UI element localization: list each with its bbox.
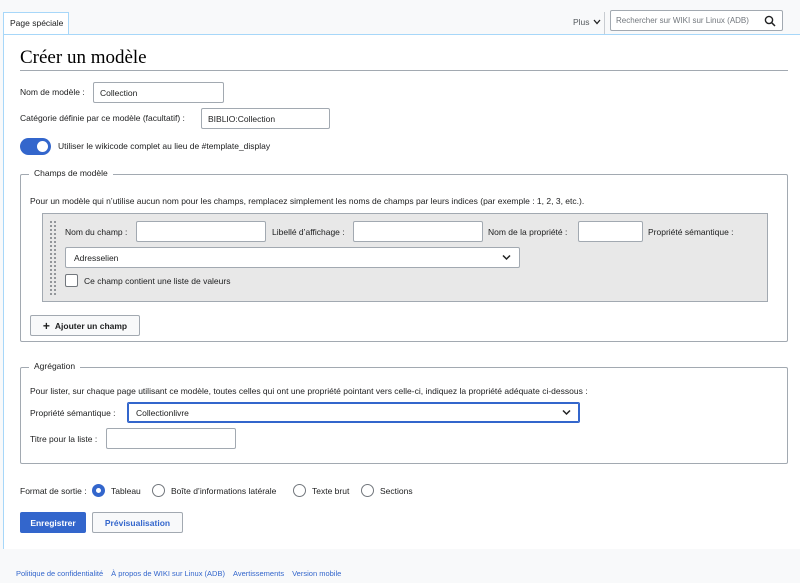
footer-links: Politique de confidentialité À propos de… <box>16 569 341 578</box>
aggregation-property-label: Propriété sémantique : <box>30 408 116 418</box>
search-icon[interactable] <box>764 15 776 27</box>
save-button[interactable]: Enregistrer <box>20 512 86 533</box>
radio-sections[interactable] <box>361 484 374 497</box>
radio-infobox-label[interactable]: Boîte d’informations latérale <box>171 486 276 496</box>
category-label: Catégorie définie par ce modèle (faculta… <box>20 113 185 123</box>
list-title-label: Titre pour la liste : <box>30 434 98 444</box>
page-title: Créer un modèle <box>20 47 147 68</box>
aggregation-property-select[interactable]: Collectionlivre <box>127 402 580 423</box>
fields-legend: Champs de modèle <box>29 168 113 178</box>
footer-link-mobile[interactable]: Version mobile <box>292 569 341 578</box>
save-button-label: Enregistrer <box>30 517 76 528</box>
aggregation-property-selected: Collectionlivre <box>136 408 189 418</box>
display-label-input[interactable] <box>353 221 483 242</box>
full-wikicode-label: Utiliser le wikicode complet au lieu de … <box>58 141 271 151</box>
add-field-button[interactable]: + Ajouter un champ <box>30 315 140 336</box>
chevron-down-icon <box>502 254 511 261</box>
radio-tableau[interactable] <box>92 484 105 497</box>
search-input[interactable] <box>611 11 756 30</box>
template-name-input[interactable] <box>93 82 224 103</box>
semantic-property-selected: Adresselien <box>74 253 119 263</box>
full-wikicode-toggle[interactable] <box>20 138 51 155</box>
plus-icon: + <box>42 318 50 333</box>
tab-special-page[interactable]: Page spéciale <box>3 12 69 34</box>
property-name-input[interactable] <box>578 221 643 242</box>
radio-tableau-label[interactable]: Tableau <box>111 486 141 496</box>
tab-special-page-label: Page spéciale <box>10 18 64 28</box>
topbar-divider <box>604 12 605 34</box>
toggle-knob <box>37 141 48 152</box>
preview-button[interactable]: Prévisualisation <box>92 512 183 533</box>
field-name-input[interactable] <box>136 221 266 242</box>
chevron-down-icon <box>562 409 571 416</box>
category-input[interactable] <box>201 108 330 129</box>
aggregation-description: Pour lister, sur chaque page utilisant c… <box>30 386 588 396</box>
semantic-property-select[interactable]: Adresselien <box>65 247 520 268</box>
aggregation-legend: Agrégation <box>29 361 81 371</box>
property-name-label: Nom de la propriété : <box>488 227 568 237</box>
drag-handle-icon[interactable] <box>49 220 57 296</box>
fields-description: Pour un modèle qui n’utilise aucun nom p… <box>30 196 585 206</box>
semantic-property-label: Propriété sémantique : <box>648 227 734 237</box>
template-name-label: Nom de modèle : <box>20 87 85 97</box>
radio-plain-text-label[interactable]: Texte brut <box>312 486 349 496</box>
output-format-label: Format de sortie : <box>20 486 87 496</box>
footer-link-disclaimers[interactable]: Avertissements <box>233 569 284 578</box>
title-divider <box>20 70 788 71</box>
search-box <box>610 10 783 31</box>
chevron-down-icon <box>593 19 601 25</box>
radio-infobox[interactable] <box>152 484 165 497</box>
more-menu-label: Plus <box>573 17 590 27</box>
footer-link-privacy[interactable]: Politique de confidentialité <box>16 569 103 578</box>
list-values-checkbox[interactable] <box>65 274 78 287</box>
add-field-label: Ajouter un champ <box>54 320 128 331</box>
top-bar: Page spéciale Plus <box>0 0 800 34</box>
display-label-label: Libellé d’affichage : <box>272 227 345 237</box>
radio-plain-text[interactable] <box>293 484 306 497</box>
preview-button-label: Prévisualisation <box>104 517 171 528</box>
field-name-label: Nom du champ : <box>65 227 128 237</box>
list-values-label: Ce champ contient une liste de valeurs <box>84 276 231 286</box>
radio-sections-label[interactable]: Sections <box>380 486 413 496</box>
list-title-input[interactable] <box>106 428 236 449</box>
footer-link-about[interactable]: À propos de WIKI sur Linux (ADB) <box>111 569 225 578</box>
more-menu[interactable]: Plus <box>573 17 601 27</box>
main-content: Créer un modèle Nom de modèle : Catégori… <box>3 34 800 549</box>
